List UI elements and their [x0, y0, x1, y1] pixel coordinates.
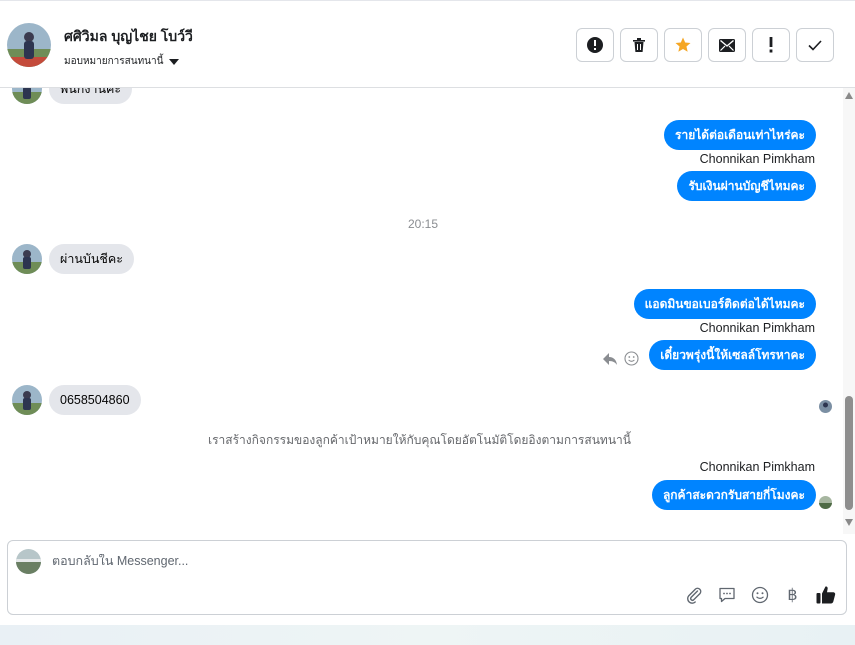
thumbs-up-icon [816, 586, 835, 604]
incoming-message[interactable]: พนักงานคะ [49, 88, 133, 104]
envelope-icon [719, 38, 735, 52]
check-icon [808, 39, 822, 51]
caret-down-icon [169, 59, 180, 65]
alert-circle-icon [587, 37, 603, 53]
contact-avatar-small [12, 385, 42, 415]
seen-avatar-icon [819, 400, 832, 413]
send-like-button[interactable] [815, 584, 836, 605]
saved-replies-button[interactable] [716, 584, 737, 605]
reply-icon[interactable] [602, 352, 618, 366]
system-notice: เราสร้างกิจกรรมของลูกค้าเป้าหมายให้กับคุ… [208, 433, 631, 447]
scroll-down-arrow-icon[interactable] [845, 519, 853, 526]
incoming-message[interactable]: ผ่านบันชีคะ [49, 244, 134, 274]
star-button[interactable] [664, 28, 702, 62]
emoji-button[interactable] [749, 584, 770, 605]
paperclip-icon [686, 587, 701, 604]
outgoing-message[interactable]: ลูกค้าสะดวกรับสายกี่โมงคะ [651, 480, 816, 510]
mark-unread-button[interactable] [708, 28, 746, 62]
page-footer-strip [0, 625, 855, 645]
assign-conversation-dropdown[interactable]: มอบหมายการสนทนานี้ [64, 54, 180, 69]
outgoing-message[interactable]: รายได้ต่อเดือนเท่าไหร่คะ [664, 120, 816, 150]
message-hover-actions [602, 351, 639, 366]
contact-avatar-small [12, 244, 42, 274]
emoji-icon [751, 586, 768, 603]
messenger-conversation-panel: ศศิวิมล บุญไชย โบว์วี มอบหมายการสนทนานี้ [0, 0, 855, 645]
reply-input[interactable] [52, 554, 652, 568]
delete-button[interactable] [620, 28, 658, 62]
header-actions [576, 28, 834, 62]
follow-up-button[interactable] [752, 28, 790, 62]
contact-avatar[interactable] [7, 23, 51, 67]
react-emoji-icon[interactable] [624, 351, 639, 366]
star-icon [675, 37, 691, 52]
timestamp-separator: 20:15 [408, 217, 439, 231]
sender-name: Chonnikan Pimkham [699, 152, 815, 166]
outgoing-message[interactable]: เดี๋ยวพรุ่งนี้ให้เซลล์โทรหาคะ [649, 340, 816, 370]
mark-spam-button[interactable] [576, 28, 614, 62]
scrollbar-thumb[interactable] [845, 396, 853, 510]
scroll-up-arrow-icon[interactable] [845, 92, 853, 99]
payment-button[interactable]: ฿ [782, 584, 803, 605]
seen-avatar-icon [819, 496, 832, 509]
outgoing-message[interactable]: แอดมินขอเบอร์ติดต่อได้ไหมคะ [633, 289, 816, 319]
reply-composer: ฿ [7, 540, 847, 615]
sender-name: Chonnikan Pimkham [699, 321, 815, 335]
message-list[interactable]: พนักงานคะ รายได้ต่อเดือนเท่าไหร่คะ Chonn… [0, 88, 843, 534]
incoming-message[interactable]: 0658504860 [49, 385, 141, 415]
mark-done-button[interactable] [796, 28, 834, 62]
contact-name[interactable]: ศศิวิมล บุญไชย โบว์วี [64, 26, 193, 48]
contact-avatar-small [12, 88, 42, 104]
sender-name: Chonnikan Pimkham [699, 460, 815, 474]
conversation-header: ศศิวิมล บุญไชย โบว์วี มอบหมายการสนทนานี้ [0, 0, 855, 88]
page-avatar [16, 549, 41, 574]
exclamation-icon [769, 37, 773, 53]
baht-icon: ฿ [787, 585, 798, 604]
attach-file-button[interactable] [683, 584, 704, 605]
composer-toolbar: ฿ [683, 584, 836, 605]
trash-icon [633, 38, 645, 52]
speech-bubble-icon [718, 587, 735, 602]
message-list-scrollbar[interactable] [843, 88, 855, 534]
outgoing-message[interactable]: รับเงินผ่านบัญชีไหมคะ [677, 171, 816, 201]
assign-label: มอบหมายการสนทนานี้ [64, 56, 164, 67]
